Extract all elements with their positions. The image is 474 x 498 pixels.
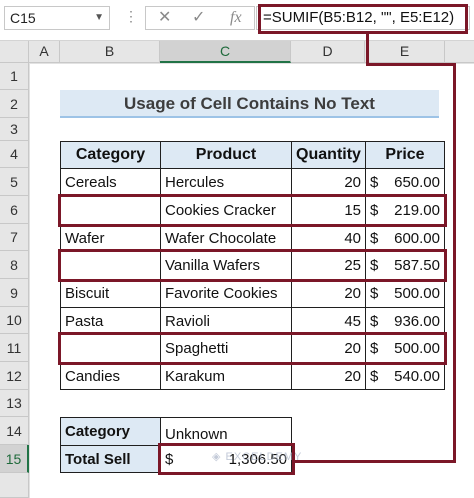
table-cell-quantity[interactable]: 20 <box>291 168 366 197</box>
currency-symbol: $ <box>370 285 379 302</box>
column-header-c[interactable]: C <box>160 41 291 63</box>
summary-category-value[interactable]: Unknown <box>160 417 292 446</box>
row-header[interactable]: 3 <box>0 118 29 141</box>
highlight-empty-row <box>58 332 447 365</box>
table-header-category[interactable]: Category <box>60 141 161 169</box>
price-value: 600.00 <box>394 229 440 247</box>
row-header[interactable] <box>0 473 29 498</box>
table-cell-category[interactable]: Candies <box>60 362 161 390</box>
row-header[interactable]: 2 <box>0 90 29 118</box>
table-cell-category[interactable]: Wafer <box>60 224 161 252</box>
column-header-e[interactable]: E <box>365 41 445 63</box>
row-header[interactable]: 6 <box>0 196 29 224</box>
highlight-empty-row <box>58 194 447 227</box>
highlight-total-cell <box>158 443 295 475</box>
chevron-down-icon[interactable]: ▼ <box>94 7 104 29</box>
connector-line <box>366 63 456 66</box>
table-header-price[interactable]: Price <box>365 141 445 169</box>
table-cell-price[interactable]: $600.00 <box>365 224 445 252</box>
table-cell-price[interactable]: $650.00 <box>365 168 445 197</box>
table-cell-price[interactable]: $500.00 <box>365 279 445 308</box>
row-header[interactable]: 1 <box>0 63 29 90</box>
table-header-product[interactable]: Product <box>160 141 292 169</box>
check-icon[interactable]: ✓ <box>192 7 205 29</box>
row-header[interactable]: 8 <box>0 251 29 279</box>
row-header[interactable]: 12 <box>0 362 29 390</box>
table-cell-category[interactable]: Pasta <box>60 307 161 335</box>
select-all-corner[interactable] <box>0 41 29 63</box>
table-cell-product[interactable]: Favorite Cookies <box>160 279 292 308</box>
table-cell-quantity[interactable]: 20 <box>291 362 366 390</box>
row-header[interactable]: 13 <box>0 390 29 417</box>
name-box[interactable]: C15 ▼ <box>4 6 110 30</box>
summary-total-label[interactable]: Total Sell <box>60 445 161 473</box>
table-cell-category[interactable]: Biscuit <box>60 279 161 308</box>
connector-line <box>366 33 369 65</box>
price-value: 936.00 <box>394 312 440 330</box>
column-header-f[interactable] <box>445 41 474 63</box>
currency-symbol: $ <box>370 229 379 247</box>
table-cell-quantity[interactable]: 45 <box>291 307 366 335</box>
more-icon[interactable]: ⋮ <box>124 8 139 25</box>
row-header[interactable]: 14 <box>0 417 29 445</box>
row-header[interactable]: 4 <box>0 141 29 168</box>
fx-icon[interactable]: fx <box>230 7 242 29</box>
currency-symbol: $ <box>370 312 379 330</box>
row-header[interactable]: 9 <box>0 279 29 307</box>
column-header-b[interactable]: B <box>60 41 160 63</box>
price-value: 500.00 <box>394 285 440 302</box>
currency-symbol: $ <box>370 367 379 385</box>
table-cell-quantity[interactable]: 20 <box>291 279 366 308</box>
connector-line <box>453 63 456 463</box>
price-value: 540.00 <box>394 367 440 385</box>
table-cell-category[interactable]: Cereals <box>60 168 161 197</box>
table-cell-price[interactable]: $936.00 <box>365 307 445 335</box>
highlight-formula <box>258 4 468 34</box>
table-cell-product[interactable]: Ravioli <box>160 307 292 335</box>
connector-line <box>294 460 456 463</box>
table-cell-price[interactable]: $540.00 <box>365 362 445 390</box>
formula-controls: ✕ ✓ fx <box>145 6 255 30</box>
row-header[interactable]: 10 <box>0 307 29 334</box>
row-header[interactable]: 7 <box>0 224 29 251</box>
table-header-quantity[interactable]: Quantity <box>291 141 366 169</box>
name-box-value: C15 <box>10 10 36 26</box>
row-header[interactable]: 5 <box>0 168 29 196</box>
row-header-active[interactable]: 15 <box>0 445 29 473</box>
currency-symbol: $ <box>370 174 379 191</box>
price-value: 650.00 <box>394 174 440 191</box>
column-header-a[interactable]: A <box>29 41 60 63</box>
row-header[interactable]: 11 <box>0 334 29 362</box>
x-icon[interactable]: ✕ <box>158 7 171 29</box>
table-cell-product[interactable]: Karakum <box>160 362 292 390</box>
summary-category-label[interactable]: Category <box>60 417 161 446</box>
column-header-d[interactable]: D <box>291 41 365 63</box>
sheet-title: Usage of Cell Contains No Text <box>60 90 439 118</box>
table-cell-product[interactable]: Wafer Chocolate <box>160 224 292 252</box>
table-cell-product[interactable]: Hercules <box>160 168 292 197</box>
highlight-empty-row <box>58 249 447 282</box>
table-cell-quantity[interactable]: 40 <box>291 224 366 252</box>
